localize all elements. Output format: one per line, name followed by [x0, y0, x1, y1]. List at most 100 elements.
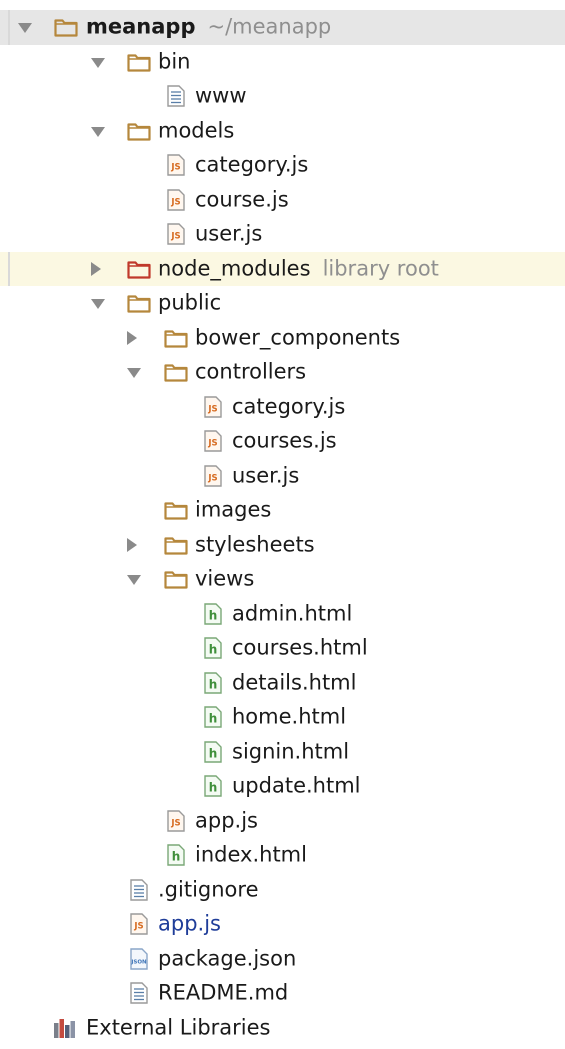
- folder-icon: [164, 499, 188, 521]
- tree-item-label: courses.js: [232, 428, 337, 453]
- tree-item-label: admin.html: [232, 601, 353, 626]
- tree-item-label: home.html: [232, 704, 347, 729]
- tree-row-file-models-category-js[interactable]: JS category.js: [0, 148, 565, 183]
- svg-text:JS: JS: [207, 439, 217, 449]
- chevron-down-icon[interactable]: [91, 126, 105, 137]
- svg-text:h: h: [209, 781, 218, 795]
- tree-item-label: views: [195, 566, 255, 591]
- tree-item-label: signin.html: [232, 739, 350, 764]
- svg-text:JS: JS: [133, 922, 143, 932]
- svg-text:JS: JS: [207, 404, 217, 414]
- svg-text:JS: JS: [170, 818, 180, 828]
- folder-icon: [164, 534, 188, 556]
- tree-item-label: update.html: [232, 773, 361, 798]
- folder-icon: [127, 292, 151, 314]
- tree-row-file-update-html[interactable]: h update.html: [0, 769, 565, 804]
- svg-text:h: h: [209, 746, 218, 760]
- js-file-icon: JS: [201, 396, 225, 418]
- tree-item-label: category.js: [195, 152, 309, 177]
- folder-icon: [164, 568, 188, 590]
- tree-item-label: www: [195, 83, 247, 108]
- html-file-icon: h: [201, 775, 225, 797]
- tree-item-label: controllers: [195, 359, 307, 384]
- tree-item-label: README.md: [158, 980, 289, 1005]
- library-icon: [53, 1017, 77, 1039]
- tree-row-file-gitignore[interactable]: .gitignore: [0, 873, 565, 908]
- tree-item-label: index.html: [195, 842, 307, 867]
- tree-row-file-readme-md[interactable]: README.md: [0, 976, 565, 1011]
- js-file-icon: JS: [201, 465, 225, 487]
- project-tree: meanapp ~/meanapp bin www models JS category.j…: [0, 10, 565, 1045]
- tree-item-label: details.html: [232, 670, 357, 695]
- folder-icon: [127, 120, 151, 142]
- tree-item-label: bin: [158, 49, 191, 74]
- tree-row-file-public-app-js[interactable]: JS app.js: [0, 804, 565, 839]
- tree-item-label: public: [158, 290, 222, 315]
- chevron-down-icon[interactable]: [91, 299, 105, 310]
- tree-row-file-admin-html[interactable]: h admin.html: [0, 597, 565, 632]
- tree-row-file-controllers-user-js[interactable]: JS user.js: [0, 459, 565, 494]
- html-file-icon: h: [201, 603, 225, 625]
- panel-edge: [8, 251, 10, 286]
- tree-item-label: app.js: [158, 911, 221, 936]
- text-file-icon: [127, 982, 151, 1004]
- tree-item-label: meanapp: [86, 14, 196, 39]
- tree-item-label: bower_components: [195, 325, 401, 350]
- chevron-down-icon[interactable]: [127, 368, 141, 379]
- tree-row-folder-node-modules[interactable]: node_modules library root: [0, 251, 565, 286]
- tree-row-external-libraries[interactable]: External Libraries: [0, 1011, 565, 1046]
- tree-item-label: images: [195, 497, 272, 522]
- tree-row-folder-images[interactable]: images: [0, 493, 565, 528]
- tree-row-file-controllers-category-js[interactable]: JS category.js: [0, 390, 565, 425]
- chevron-right-icon[interactable]: [127, 330, 137, 345]
- js-file-icon: JS: [164, 154, 188, 176]
- tree-row-file-index-html[interactable]: h index.html: [0, 838, 565, 873]
- tree-row-file-courses-html[interactable]: h courses.html: [0, 631, 565, 666]
- folder-icon: [127, 51, 151, 73]
- svg-text:JS: JS: [207, 473, 217, 483]
- text-file-icon: [164, 85, 188, 107]
- tree-row-file-home-html[interactable]: h home.html: [0, 700, 565, 735]
- json-file-icon: JSON: [127, 948, 151, 970]
- svg-text:h: h: [172, 850, 181, 864]
- tree-item-label: app.js: [195, 808, 258, 833]
- tree-row-file-root-app-js[interactable]: JS app.js: [0, 907, 565, 942]
- tree-row-file-controllers-courses-js[interactable]: JS courses.js: [0, 424, 565, 459]
- folder-icon: [164, 361, 188, 383]
- tree-item-label: package.json: [158, 946, 297, 971]
- js-file-icon: JS: [164, 810, 188, 832]
- tree-row-file-www[interactable]: www: [0, 79, 565, 114]
- tree-row-file-details-html[interactable]: h details.html: [0, 666, 565, 701]
- tree-row-folder-models[interactable]: models: [0, 114, 565, 149]
- svg-text:JSON: JSON: [130, 959, 147, 965]
- tree-row-folder-bin[interactable]: bin: [0, 45, 565, 80]
- tree-row-folder-stylesheets[interactable]: stylesheets: [0, 528, 565, 563]
- tree-row-folder-controllers[interactable]: controllers: [0, 355, 565, 390]
- tree-item-hint: ~/meanapp: [207, 14, 332, 39]
- html-file-icon: h: [201, 672, 225, 694]
- tree-row-folder-meanapp[interactable]: meanapp ~/meanapp: [0, 10, 565, 45]
- tree-row-folder-bower-components[interactable]: bower_components: [0, 321, 565, 356]
- js-file-icon: JS: [164, 223, 188, 245]
- tree-item-label: .gitignore: [158, 877, 259, 902]
- tree-row-file-signin-html[interactable]: h signin.html: [0, 735, 565, 770]
- excluded-folder-icon: [127, 258, 151, 280]
- svg-text:h: h: [209, 677, 218, 691]
- chevron-down-icon[interactable]: [18, 23, 32, 34]
- tree-row-file-models-user-js[interactable]: JS user.js: [0, 217, 565, 252]
- tree-row-file-package-json[interactable]: JSON package.json: [0, 942, 565, 977]
- chevron-down-icon[interactable]: [91, 57, 105, 68]
- tree-row-folder-public[interactable]: public: [0, 286, 565, 321]
- svg-text:JS: JS: [170, 163, 180, 173]
- js-file-icon: JS: [201, 430, 225, 452]
- tree-row-folder-views[interactable]: views: [0, 562, 565, 597]
- chevron-right-icon[interactable]: [127, 537, 137, 552]
- tree-row-file-models-course-js[interactable]: JS course.js: [0, 183, 565, 218]
- svg-text:h: h: [209, 608, 218, 622]
- tree-item-label: External Libraries: [86, 1015, 271, 1040]
- tree-item-label: node_modules: [158, 256, 311, 281]
- chevron-right-icon[interactable]: [91, 261, 101, 276]
- folder-icon: [164, 327, 188, 349]
- text-file-icon: [127, 879, 151, 901]
- chevron-down-icon[interactable]: [127, 575, 141, 586]
